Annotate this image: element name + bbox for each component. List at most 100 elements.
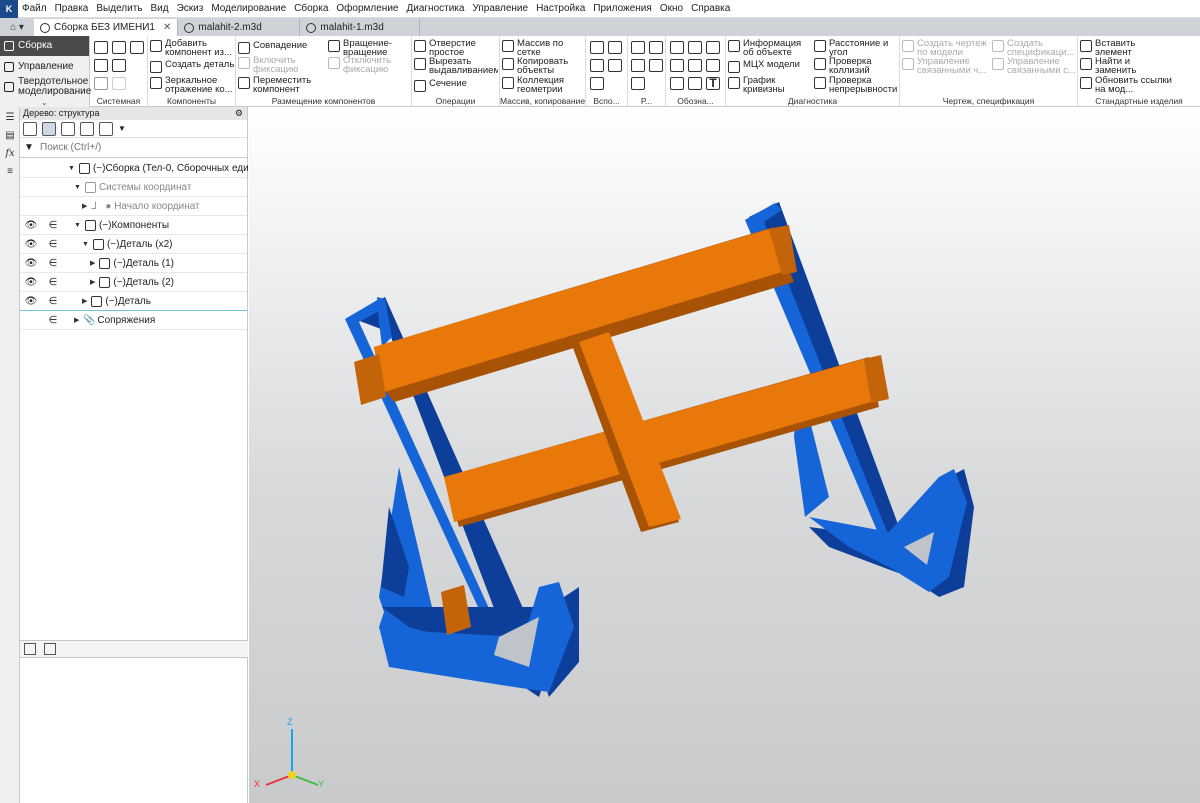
roughness-icon[interactable] <box>706 41 720 54</box>
home-icon[interactable]: ⌂ ▾ <box>0 18 34 36</box>
eye-icon[interactable]: 👁 <box>20 239 42 250</box>
eye-icon[interactable]: 👁 <box>20 296 42 307</box>
menu-assembly[interactable]: Сборка <box>290 0 332 18</box>
include-icon[interactable]: ∈ <box>42 277 64 288</box>
move-component-button[interactable]: Переместить компонент <box>238 76 324 94</box>
tree-row-part-x2[interactable]: 👁 ∈ ▼ (−)Деталь (x2) <box>20 235 247 254</box>
properties-icon[interactable] <box>112 59 126 72</box>
section-button[interactable]: Сечение <box>414 79 498 92</box>
update-links-button[interactable]: Обновить ссылки на мод... <box>1080 76 1198 94</box>
insert-element-button[interactable]: Вставить элемент <box>1080 39 1198 57</box>
mode-management[interactable]: Управление <box>0 58 89 76</box>
include-icon[interactable]: ∈ <box>42 239 64 250</box>
properties-panel-icon[interactable]: ▤ <box>3 129 17 143</box>
tab-malahit-1[interactable]: malahit-1.m3d <box>300 19 421 36</box>
surface-mark-icon[interactable] <box>670 41 684 54</box>
layers-icon[interactable]: ≡ <box>3 165 17 179</box>
tree-row-components[interactable]: 👁 ∈ ▼ (−)Компоненты <box>20 216 247 235</box>
tree-options-icon[interactable] <box>99 121 113 136</box>
menu-select[interactable]: Выделить <box>92 0 146 18</box>
menu-help[interactable]: Справка <box>687 0 734 18</box>
tree-row-assembly[interactable]: ▼ (−)Сборка (Тел-0, Сборочных единиц-0 <box>20 159 274 178</box>
marking-icon[interactable] <box>688 77 702 90</box>
3d-viewport[interactable]: Z X Y <box>249 107 1200 803</box>
save-icon[interactable] <box>130 41 144 54</box>
menu-modeling[interactable]: Моделирование <box>207 0 290 18</box>
undo-icon[interactable] <box>94 77 108 90</box>
menu-view[interactable]: Вид <box>147 0 173 18</box>
line-icon[interactable] <box>590 77 604 90</box>
position-icon[interactable] <box>670 77 684 90</box>
menu-design[interactable]: Оформление <box>332 0 402 18</box>
collapse-triangle-icon[interactable]: ▼ <box>74 184 81 191</box>
collapse-triangle-icon[interactable]: ▼ <box>68 165 75 172</box>
collapse-triangle-icon[interactable]: ▼ <box>82 241 89 248</box>
include-fix-button[interactable]: Включить фиксацию <box>238 56 324 74</box>
new-doc-icon[interactable] <box>94 41 108 54</box>
cut-extrude-button[interactable]: Вырезать выдавливанием <box>414 57 498 75</box>
manage-related-spec-button[interactable]: Управление связанными с... <box>992 57 1078 75</box>
tree-row-part-2[interactable]: 👁 ∈ ▶ (−)Деталь (2) <box>20 273 247 292</box>
menu-edit[interactable]: Правка <box>51 0 93 18</box>
text-icon[interactable]: T <box>706 77 720 90</box>
tree-row-coordinate-systems[interactable]: ▼ Системы координат <box>20 178 247 197</box>
collisions-button[interactable]: Проверка коллизий <box>814 57 900 75</box>
tree-panel-icon[interactable]: ☰ <box>3 111 17 125</box>
leader-icon[interactable] <box>688 41 702 54</box>
distance-angle-button[interactable]: Расстояние и угол <box>814 39 900 57</box>
create-drawing-button[interactable]: Создать чертеж по модели <box>902 39 990 57</box>
expand-triangle-icon[interactable]: ▶ <box>90 259 95 267</box>
eye-icon[interactable]: 👁 <box>20 277 42 288</box>
structure-view-icon[interactable] <box>42 121 56 136</box>
csys-icon[interactable] <box>608 59 622 72</box>
include-icon[interactable]: ∈ <box>42 258 64 269</box>
menu-diagnostics[interactable]: Диагностика <box>402 0 468 18</box>
mode-assembly[interactable]: Сборка <box>0 36 89 56</box>
sheet-icon[interactable] <box>631 41 645 54</box>
expand-triangle-icon[interactable]: ▶ <box>82 297 87 305</box>
tab-assembly[interactable]: Сборка БЕЗ ИМЕНИ1 ✕ <box>34 19 179 36</box>
close-icon[interactable]: ✕ <box>163 22 171 33</box>
curvature-button[interactable]: График кривизны <box>728 76 812 94</box>
expand-chevron-icon[interactable]: ⌄ <box>0 98 89 107</box>
copy-objects-button[interactable]: Копировать объекты <box>502 57 584 75</box>
object-info-button[interactable]: Информация об объекте <box>728 39 812 57</box>
tree-row-part-1[interactable]: 👁 ∈ ▶ (−)Деталь (1) <box>20 254 247 273</box>
point-icon[interactable] <box>590 59 604 72</box>
filter-objects-icon[interactable] <box>80 121 94 136</box>
menu-apps[interactable]: Приложения <box>589 0 656 18</box>
menu-settings[interactable]: Настройка <box>532 0 589 18</box>
create-spec-button[interactable]: Создать спецификаци... <box>992 39 1078 57</box>
find-replace-button[interactable]: Найти и заменить <box>1080 57 1198 75</box>
assembly-model[interactable] <box>249 107 1200 803</box>
tolerance-icon[interactable] <box>688 59 702 72</box>
filter-icon[interactable]: ▼ <box>24 142 36 154</box>
variables-fx-icon[interactable]: fx <box>3 147 17 161</box>
menu-management[interactable]: Управление <box>468 0 532 18</box>
base-icon[interactable] <box>670 59 684 72</box>
eye-icon[interactable]: 👁 <box>20 258 42 269</box>
coincidence-button[interactable]: Совпадение <box>238 41 324 54</box>
redo-icon[interactable] <box>112 77 126 90</box>
disable-fix-button[interactable]: Отключить фиксацию <box>328 56 410 74</box>
expand-triangle-icon[interactable]: ▶ <box>74 316 79 324</box>
collection-button[interactable]: Коллекция геометрии <box>502 76 584 94</box>
search-input[interactable] <box>40 139 247 156</box>
param-icon[interactable] <box>631 77 645 90</box>
properties-tab-icon[interactable] <box>44 643 56 655</box>
gear-icon[interactable]: ⚙ <box>235 107 243 120</box>
print-icon[interactable] <box>94 59 108 72</box>
tree-row-origin[interactable]: ▶ ⅃ ● Начало координат <box>20 197 247 216</box>
open-icon[interactable] <box>112 41 126 54</box>
menu-sketch[interactable]: Эскиз <box>173 0 208 18</box>
dimension-icon[interactable] <box>631 59 645 72</box>
tree-row-mates[interactable]: ∈ ▶ 📎 Сопряжения <box>20 311 247 330</box>
group-icon[interactable] <box>649 59 663 72</box>
expand-triangle-icon[interactable]: ▶ <box>82 202 87 210</box>
plane-icon[interactable] <box>590 41 604 54</box>
menu-file[interactable]: Файл <box>18 0 51 18</box>
add-component-button[interactable]: Добавить компонент из... <box>150 39 234 57</box>
manage-related-drawing-button[interactable]: Управление связанными ч... <box>902 57 990 75</box>
rotation-button[interactable]: Вращение-вращение <box>328 39 410 57</box>
create-part-button[interactable]: Создать деталь <box>150 60 234 73</box>
